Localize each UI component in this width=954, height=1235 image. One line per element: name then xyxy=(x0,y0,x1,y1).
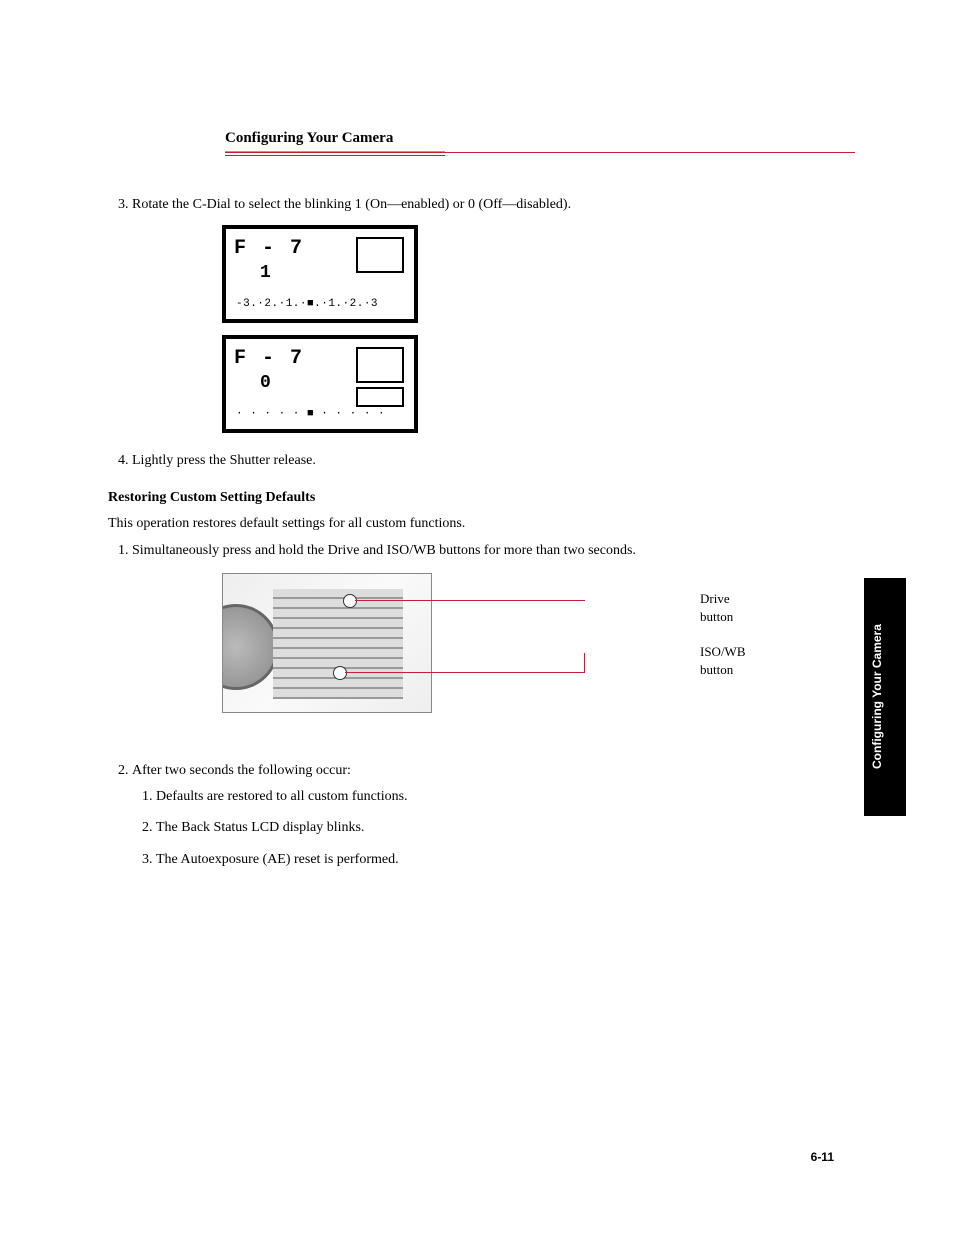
subsection-title: Restoring Custom Setting Defaults xyxy=(108,488,853,508)
bullet-a: Defaults are restored to all custom func… xyxy=(156,787,853,807)
step-text: Lightly press the Shutter release. xyxy=(132,453,316,468)
callout-label-drive: Drive button xyxy=(700,590,733,626)
bullet-c: The Autoexposure (AE) reset is performed… xyxy=(156,850,853,870)
side-tab-label: Configuring Your Camera xyxy=(870,590,884,804)
section-header: Configuring Your Camera xyxy=(225,130,860,156)
subsection-intro: This operation restores default settings… xyxy=(108,514,853,534)
step-text: Simultaneously press and hold the Drive … xyxy=(132,543,636,558)
step-3: Rotate the C-Dial to select the blinking… xyxy=(132,195,853,433)
lcd-display-off: F - 7 0 · · · · · ■ · · · · · xyxy=(222,335,418,433)
callout-line xyxy=(355,600,585,601)
camera-diagram: Drive button ISO/WB button xyxy=(222,573,722,743)
value-off: 0 xyxy=(468,197,475,212)
rule xyxy=(225,152,855,153)
lcd-box-icon xyxy=(356,347,404,383)
callout-label-iso: ISO/WB button xyxy=(700,643,746,679)
lcd-scale: · · · · · ■ · · · · · xyxy=(236,407,404,422)
step-text: (Off—disabled). xyxy=(478,197,571,212)
lcd-box-icon xyxy=(356,387,404,407)
lcd-box-icon xyxy=(356,237,404,273)
substep-2: After two seconds the following occur: D… xyxy=(132,761,853,869)
substep-1: Simultaneously press and hold the Drive … xyxy=(132,541,853,743)
rule xyxy=(225,155,445,156)
step-text: After two seconds the following occur: xyxy=(132,763,351,778)
page-number: 6-11 xyxy=(811,1150,834,1164)
lcd-display-on: F - 7 1 -3.·2.·1.·■.·1.·2.·3 xyxy=(222,225,418,323)
camera-back-illustration xyxy=(222,573,432,713)
callout-line xyxy=(345,672,585,673)
body-text: Rotate the C-Dial to select the blinking… xyxy=(108,195,853,881)
section-title: Configuring Your Camera xyxy=(225,130,860,147)
step-text: Rotate the C-Dial to select the blinking xyxy=(132,197,355,212)
step-text: (On—enabled) or xyxy=(365,197,468,212)
value-on: 1 xyxy=(355,197,362,212)
lcd-illustrations: F - 7 1 -3.·2.·1.·■.·1.·2.·3 F - 7 0 · ·… xyxy=(222,225,853,433)
callout-line xyxy=(584,653,585,673)
step-4: Lightly press the Shutter release. xyxy=(132,451,853,471)
side-tab: Configuring Your Camera xyxy=(864,578,906,816)
iso-wb-button-icon xyxy=(333,666,347,680)
bullet-b: The Back Status LCD display blinks. xyxy=(156,818,853,838)
drive-button-icon xyxy=(343,594,357,608)
lcd-scale: -3.·2.·1.·■.·1.·2.·3 xyxy=(236,297,404,312)
